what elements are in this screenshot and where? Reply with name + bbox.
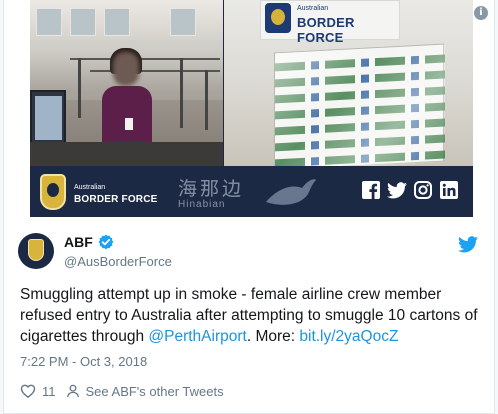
queue-rail bbox=[70, 58, 220, 60]
tweet-media-image[interactable]: Australian BORDER FORCE Australian BORDE… bbox=[30, 0, 473, 217]
short-url-link[interactable]: bit.ly/2yaQocZ bbox=[299, 328, 398, 345]
airport-window bbox=[70, 8, 96, 36]
border-force-footer-bar: Australian BORDER FORCE 海那边 Hinabian bbox=[30, 166, 473, 217]
author-handle[interactable]: @AusBorderForce bbox=[64, 254, 172, 269]
facebook-icon bbox=[360, 179, 382, 201]
verified-badge-icon bbox=[98, 234, 114, 250]
border-force-crest-icon bbox=[265, 3, 291, 33]
tweet-text: Smuggling attempt up in smoke - female a… bbox=[20, 284, 482, 347]
border-force-sign: Australian BORDER FORCE bbox=[260, 0, 400, 45]
instagram-icon bbox=[412, 179, 434, 201]
mention-link[interactable]: @PerthAirport bbox=[148, 328, 246, 345]
watermark-chinese: 海那边 bbox=[178, 178, 245, 200]
airport-window bbox=[104, 8, 130, 36]
cigarette-cartons bbox=[274, 43, 445, 166]
queue-post bbox=[205, 70, 208, 130]
border-force-crest-icon bbox=[28, 239, 44, 261]
avatar[interactable] bbox=[18, 233, 54, 269]
tweet-actions: 11 See ABF's other Tweets bbox=[20, 381, 224, 401]
tweet-timestamp[interactable]: 7:22 PM - Oct 3, 2018 bbox=[20, 354, 147, 369]
watermark: 海那边 Hinabian bbox=[178, 174, 244, 210]
info-icon[interactable]: i bbox=[474, 6, 488, 20]
desk-monitor bbox=[30, 90, 66, 148]
linkedin-icon bbox=[438, 179, 460, 201]
sign-subtitle: Australian bbox=[297, 5, 329, 12]
airport-window bbox=[36, 8, 62, 36]
queue-post bbox=[78, 58, 81, 118]
heart-icon[interactable] bbox=[20, 383, 36, 399]
like-count[interactable]: 11 bbox=[42, 384, 56, 399]
watermark-bird-icon bbox=[266, 179, 316, 205]
twitter-logo-icon[interactable] bbox=[458, 236, 478, 253]
footer-title: BORDER FORCE bbox=[74, 194, 158, 205]
person-icon bbox=[66, 384, 79, 398]
tweet-text-more: . More: bbox=[246, 328, 300, 345]
page-background: i Australian BORDER FORCE Australian BOR… bbox=[0, 0, 498, 414]
border-force-crest-icon bbox=[40, 174, 66, 210]
cigarette-cartons-photo: Australian BORDER FORCE bbox=[224, 0, 473, 166]
twitter-icon bbox=[386, 179, 408, 201]
footer-subtitle: Australian bbox=[74, 184, 106, 191]
see-other-tweets-link[interactable]: See ABF's other Tweets bbox=[86, 384, 224, 399]
airport-photo bbox=[30, 0, 223, 166]
check-desk bbox=[30, 142, 223, 166]
airport-window bbox=[170, 8, 196, 36]
crew-member-face-blurred bbox=[113, 52, 139, 86]
queue-post bbox=[180, 58, 183, 128]
author-display-name[interactable]: ABF bbox=[64, 234, 93, 250]
crew-id-badge bbox=[125, 118, 133, 130]
embedded-tweet-card: i Australian BORDER FORCE Australian BOR… bbox=[3, 0, 495, 414]
sign-title: BORDER FORCE bbox=[297, 15, 355, 45]
